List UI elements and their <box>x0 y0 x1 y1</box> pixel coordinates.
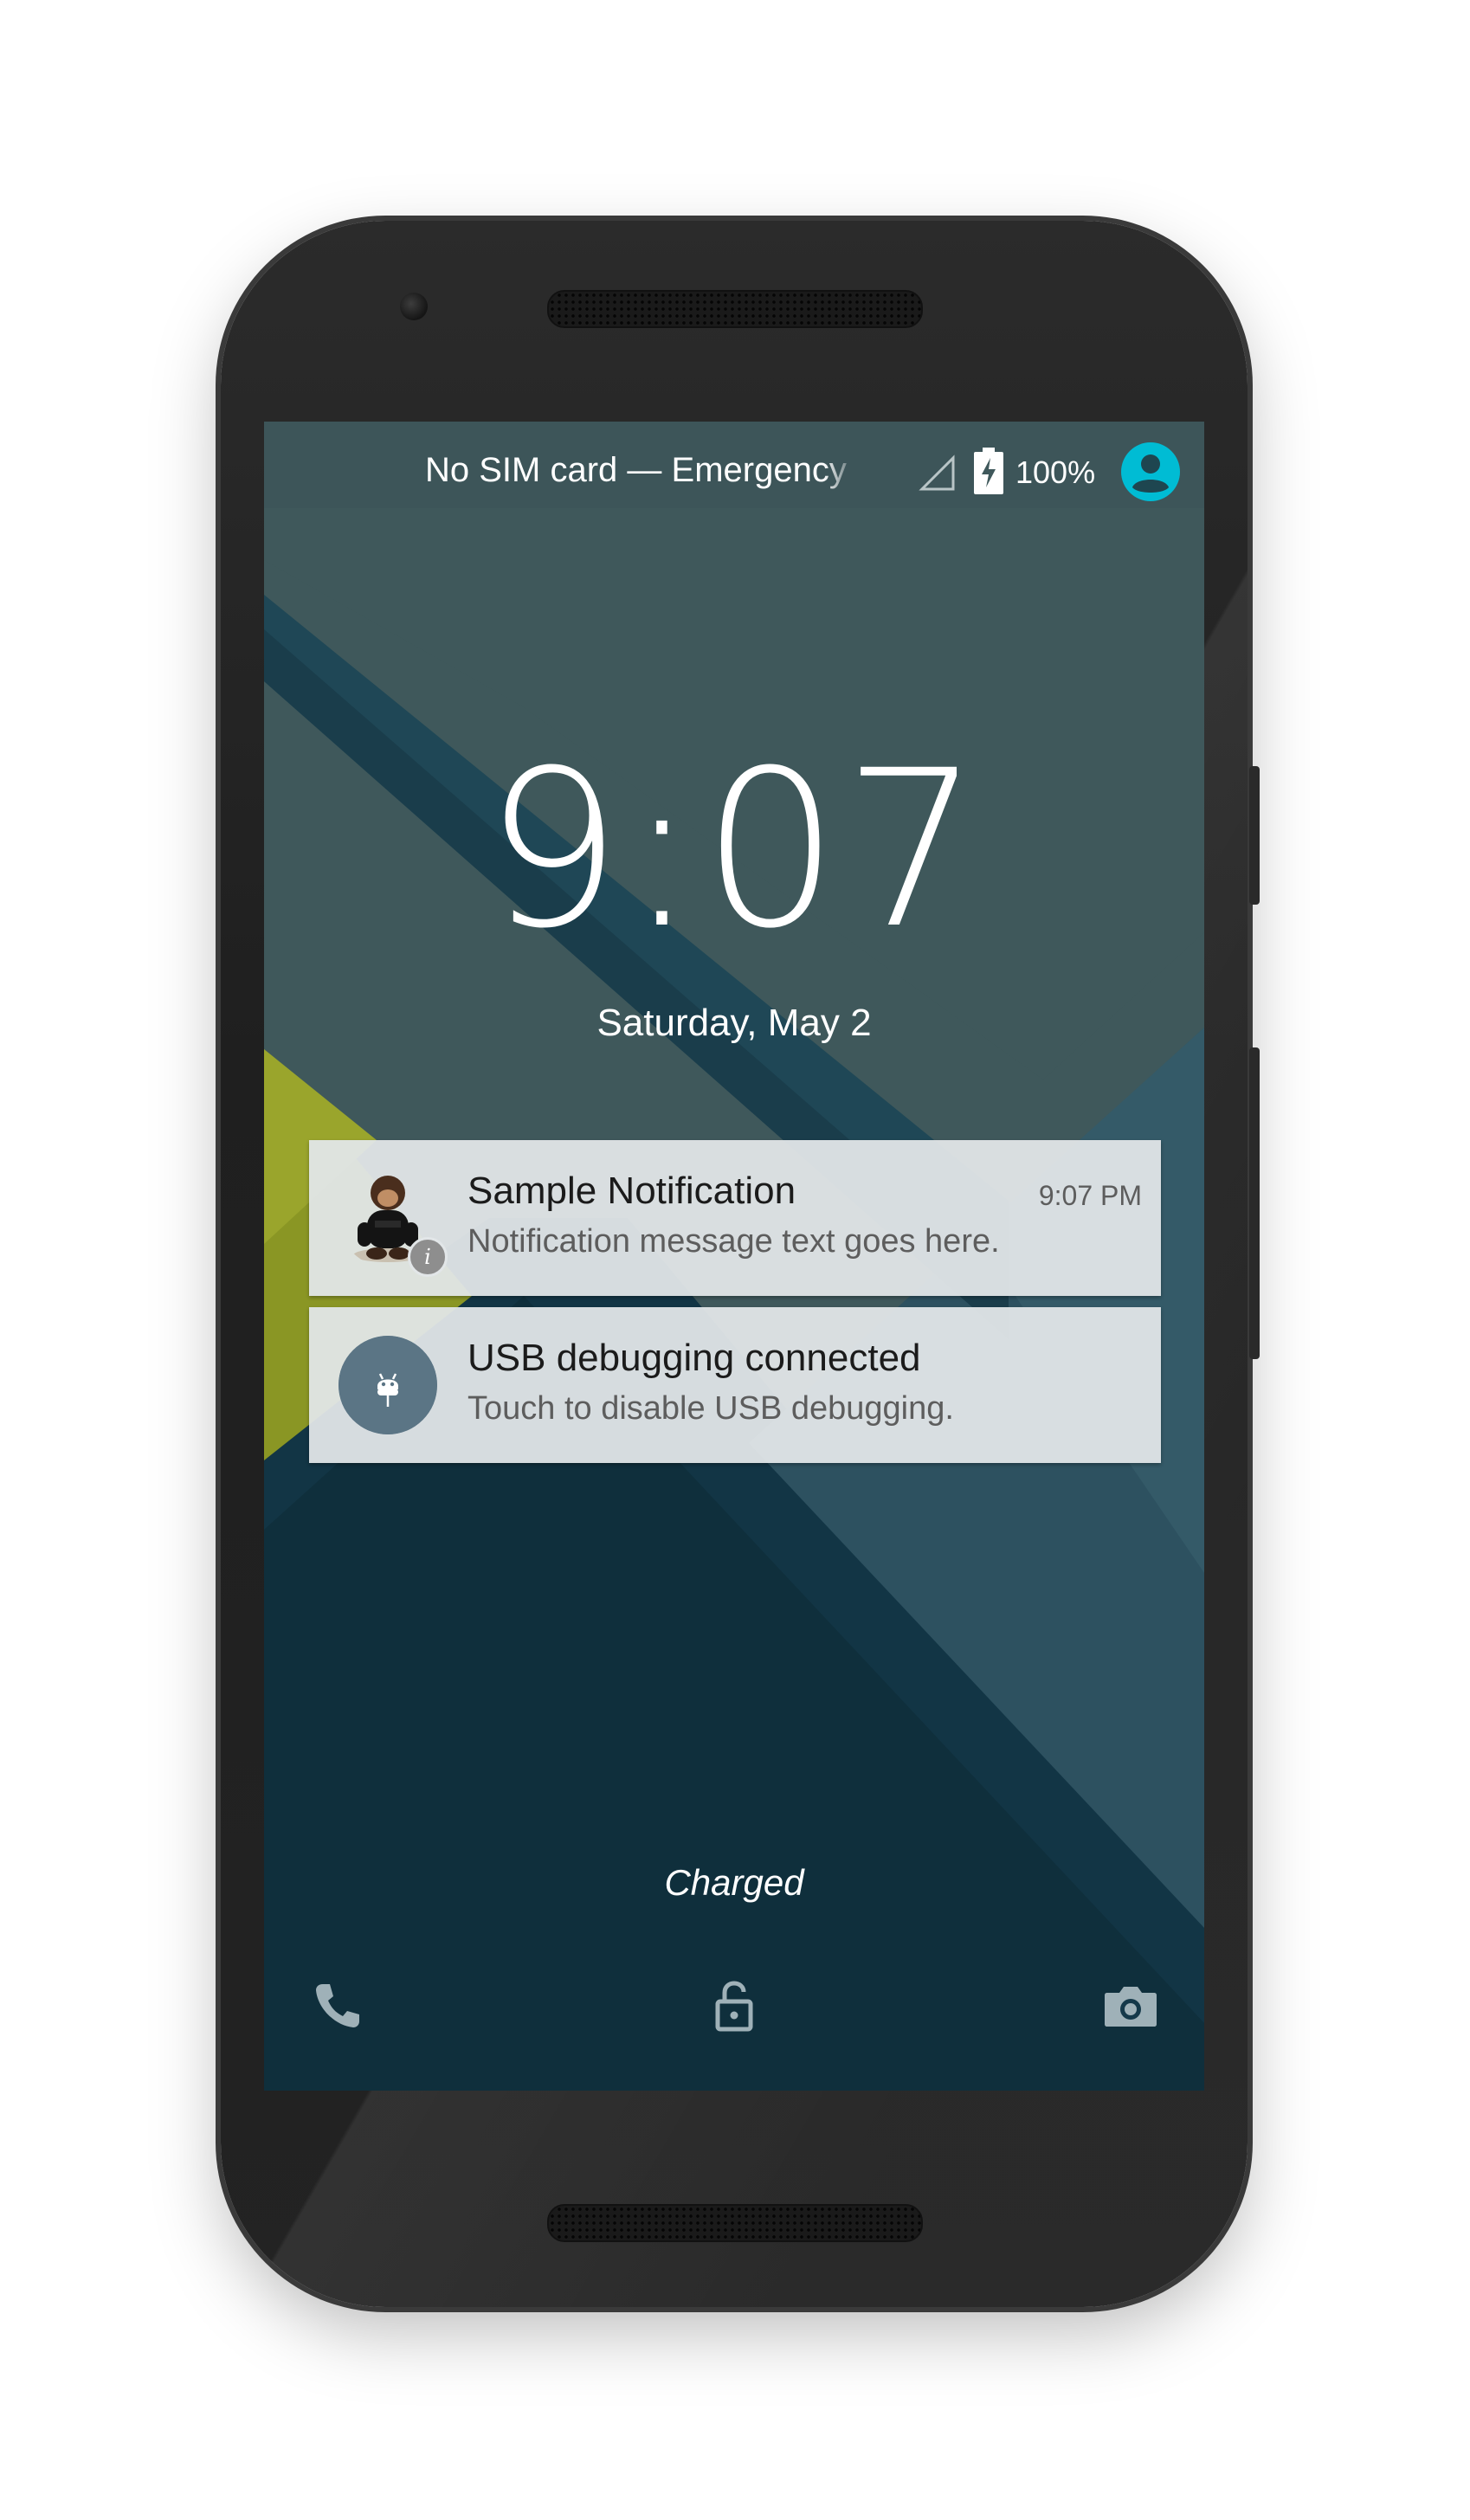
status-bar: No SIM card — Emergency 100% <box>264 422 1204 525</box>
unlock-icon[interactable] <box>704 1975 764 2036</box>
top-speaker-grille <box>547 290 923 328</box>
carrier-label: No SIM card — Emergency <box>425 451 847 489</box>
volume-rocker[interactable] <box>1249 1047 1260 1359</box>
notification-time: 9:07 PM <box>1038 1180 1142 1211</box>
notification-sample[interactable]: i Sample Notification Notification messa… <box>309 1140 1161 1296</box>
notification-title: Sample Notification <box>467 1170 796 1212</box>
info-icon: i <box>408 1237 448 1277</box>
battery-percentage: 100% <box>1015 454 1096 490</box>
notification-text: Touch to disable USB debugging. <box>467 1390 954 1427</box>
phone-icon[interactable] <box>307 1975 368 2036</box>
front-camera <box>400 293 428 320</box>
lockscreen-clock: 9:07 <box>484 724 984 976</box>
notification-text: Notification message text goes here. <box>467 1223 1000 1260</box>
camera-icon[interactable] <box>1100 1975 1161 2036</box>
lock-screen[interactable]: No SIM card — Emergency 100% 9:07 Saturd… <box>264 422 1204 2091</box>
android-debug-icon <box>338 1336 437 1434</box>
power-button[interactable] <box>1249 766 1260 905</box>
signal-no-sim-icon <box>919 454 955 491</box>
notification-title: USB debugging connected <box>467 1337 921 1379</box>
battery-charging-icon <box>974 448 1003 494</box>
lockscreen-date: Saturday, May 2 <box>596 1002 872 1044</box>
user-avatar-icon[interactable] <box>1121 442 1180 501</box>
notification-usb-debugging[interactable]: USB debugging connected Touch to disable… <box>309 1307 1161 1463</box>
charging-status: Charged <box>664 1862 804 1903</box>
bottom-speaker-grille <box>547 2204 923 2242</box>
